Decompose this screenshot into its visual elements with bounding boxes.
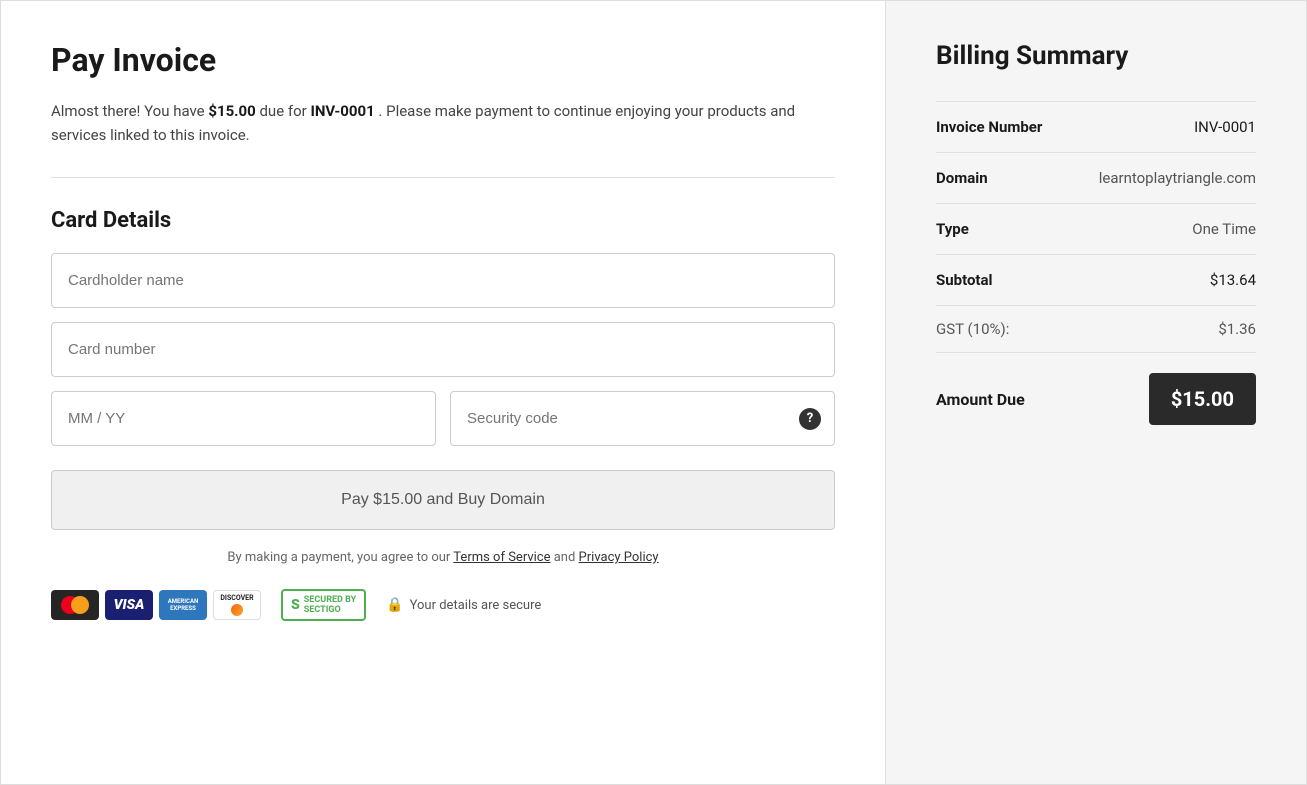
cardholder-name-input[interactable] — [51, 253, 835, 308]
invoice-number-label: Invoice Number — [936, 118, 1042, 136]
domain-value: learntoplaytriangle.com — [1099, 169, 1256, 187]
visa-icon: VISA — [105, 590, 153, 620]
amount-due-badge: $15.00 — [1149, 373, 1256, 425]
sectigo-badge: S SECURED BY SECTIGO — [281, 589, 366, 621]
sectigo-s-icon: S — [291, 597, 300, 613]
amount-due-row: Amount Due $15.00 — [936, 353, 1256, 445]
invoice-number-row: Invoice Number INV-0001 — [936, 101, 1256, 153]
card-number-input[interactable] — [51, 322, 835, 377]
lock-icon: 🔒 — [386, 597, 403, 613]
right-panel: Billing Summary Invoice Number INV-0001 … — [886, 1, 1306, 784]
discover-icon: DISCOVER — [213, 590, 261, 620]
amex-icon: AMERICANEXPRESS — [159, 590, 207, 620]
gst-value: $1.36 — [1218, 320, 1256, 338]
mastercard-icon — [51, 590, 99, 620]
invoice-number-value: INV-0001 — [1194, 118, 1256, 136]
gst-row: GST (10%): $1.36 — [936, 306, 1256, 353]
amount-due-label: Amount Due — [936, 390, 1025, 409]
privacy-policy-link[interactable]: Privacy Policy — [579, 550, 659, 565]
security-group: ? — [450, 391, 835, 446]
footer-row: VISA AMERICANEXPRESS DISCOVER S SECURED … — [51, 589, 835, 621]
domain-row: Domain learntoplaytriangle.com — [936, 153, 1256, 204]
subtotal-label: Subtotal — [936, 271, 993, 289]
security-help-icon[interactable]: ? — [799, 408, 821, 430]
terms-text: By making a payment, you agree to our Te… — [51, 550, 835, 565]
domain-label: Domain — [936, 169, 988, 187]
invoice-message: Almost there! You have $15.00 due for IN… — [51, 99, 835, 147]
card-number-group — [51, 322, 835, 377]
gst-label: GST (10%): — [936, 320, 1009, 338]
card-details-title: Card Details — [51, 208, 835, 233]
cardholder-name-group — [51, 253, 835, 308]
page-title: Pay Invoice — [51, 41, 835, 79]
expiry-group — [51, 391, 436, 446]
type-row: Type One Time — [936, 204, 1256, 255]
divider — [51, 177, 835, 178]
expiry-input[interactable] — [51, 391, 436, 446]
type-label: Type — [936, 220, 969, 238]
security-code-input[interactable] — [450, 391, 835, 446]
type-value: One Time — [1192, 220, 1256, 238]
billing-title: Billing Summary — [936, 41, 1256, 71]
subtotal-row: Subtotal $13.64 — [936, 255, 1256, 306]
pay-button[interactable]: Pay $15.00 and Buy Domain — [51, 470, 835, 530]
terms-of-service-link[interactable]: Terms of Service — [453, 550, 550, 565]
expiry-security-row: ? — [51, 391, 835, 446]
left-panel: Pay Invoice Almost there! You have $15.0… — [1, 1, 886, 784]
card-icons: VISA AMERICANEXPRESS DISCOVER — [51, 590, 261, 620]
subtotal-value: $13.64 — [1210, 271, 1256, 289]
secure-text: 🔒 Your details are secure — [386, 597, 541, 613]
